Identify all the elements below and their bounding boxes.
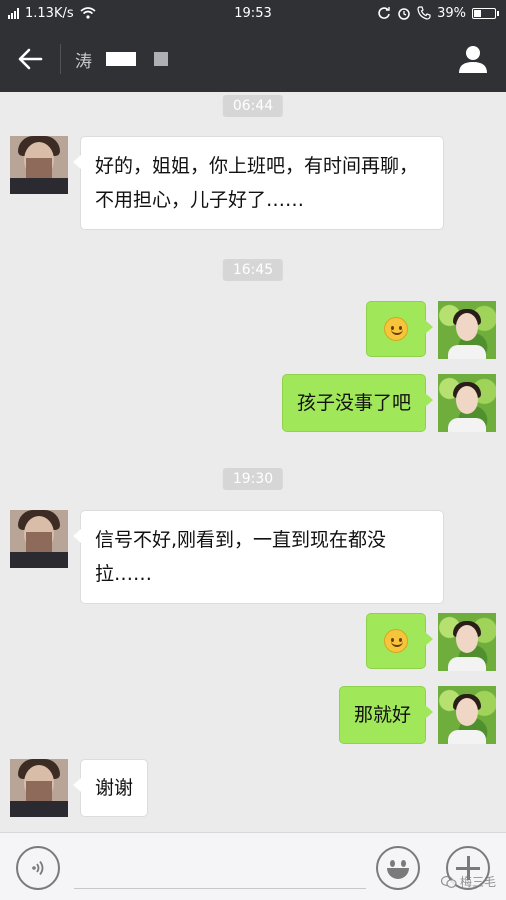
call-icon bbox=[417, 6, 431, 20]
timestamp: 16:45 bbox=[222, 259, 284, 281]
incoming-message[interactable]: 信号不好,刚看到，一直到现在都没拉…… bbox=[73, 510, 444, 604]
smile-emoji-icon bbox=[384, 317, 408, 341]
battery-percent: 39% bbox=[437, 5, 466, 21]
contact-profile-button[interactable] bbox=[456, 42, 490, 76]
voice-icon bbox=[32, 860, 44, 876]
back-button[interactable] bbox=[0, 26, 60, 92]
my-avatar[interactable] bbox=[438, 613, 496, 671]
battery-icon bbox=[472, 7, 499, 19]
watermark: 梅三毛 bbox=[440, 873, 496, 890]
contact-avatar[interactable] bbox=[10, 136, 68, 194]
watermark-text: 梅三毛 bbox=[459, 875, 496, 889]
contact-name-glyph: 涛 bbox=[75, 51, 92, 72]
my-avatar[interactable] bbox=[438, 686, 496, 744]
person-icon bbox=[459, 46, 487, 73]
sync-icon bbox=[378, 7, 390, 19]
status-left: 1.13K/s bbox=[8, 6, 96, 21]
chat-header: 涛 bbox=[0, 26, 506, 92]
timestamp: 06:44 bbox=[222, 95, 284, 117]
contact-name-mosaic-2 bbox=[154, 52, 168, 66]
contact-name: 涛 bbox=[75, 47, 168, 72]
timestamp: 19:30 bbox=[222, 468, 284, 490]
incoming-message[interactable]: 好的，姐姐，你上班吧，有时间再聊，不用担心，儿子好了…… bbox=[73, 136, 444, 230]
message-list[interactable]: 06:44 好的，姐姐，你上班吧，有时间再聊，不用担心，儿子好了…… 16:45… bbox=[0, 92, 506, 832]
back-arrow-icon bbox=[18, 48, 43, 70]
voice-button[interactable] bbox=[16, 846, 60, 890]
wechat-logo-icon bbox=[440, 875, 457, 888]
contact-avatar[interactable] bbox=[10, 510, 68, 568]
contact-avatar[interactable] bbox=[10, 759, 68, 817]
signal-icon bbox=[8, 7, 19, 19]
alarm-icon bbox=[398, 8, 410, 20]
smile-emoji-icon bbox=[384, 629, 408, 653]
input-bar: 梅三毛 bbox=[0, 832, 506, 900]
incoming-message[interactable]: 谢谢 bbox=[72, 759, 149, 817]
message-input[interactable] bbox=[74, 851, 366, 889]
outgoing-emoji-message[interactable] bbox=[366, 301, 433, 357]
my-avatar[interactable] bbox=[438, 301, 496, 359]
outgoing-message[interactable]: 那就好 bbox=[338, 686, 434, 744]
emoji-button[interactable] bbox=[376, 846, 420, 890]
status-bar: 1.13K/s 19:53 39% bbox=[0, 0, 506, 26]
status-right: 39% bbox=[377, 5, 499, 21]
contact-name-mosaic bbox=[106, 52, 136, 66]
my-avatar[interactable] bbox=[438, 374, 496, 432]
wifi-icon bbox=[80, 7, 96, 19]
net-speed: 1.13K/s bbox=[25, 5, 74, 21]
outgoing-message[interactable]: 孩子没事了吧 bbox=[281, 374, 434, 432]
outgoing-emoji-message[interactable] bbox=[366, 613, 433, 669]
header-divider bbox=[60, 44, 61, 74]
